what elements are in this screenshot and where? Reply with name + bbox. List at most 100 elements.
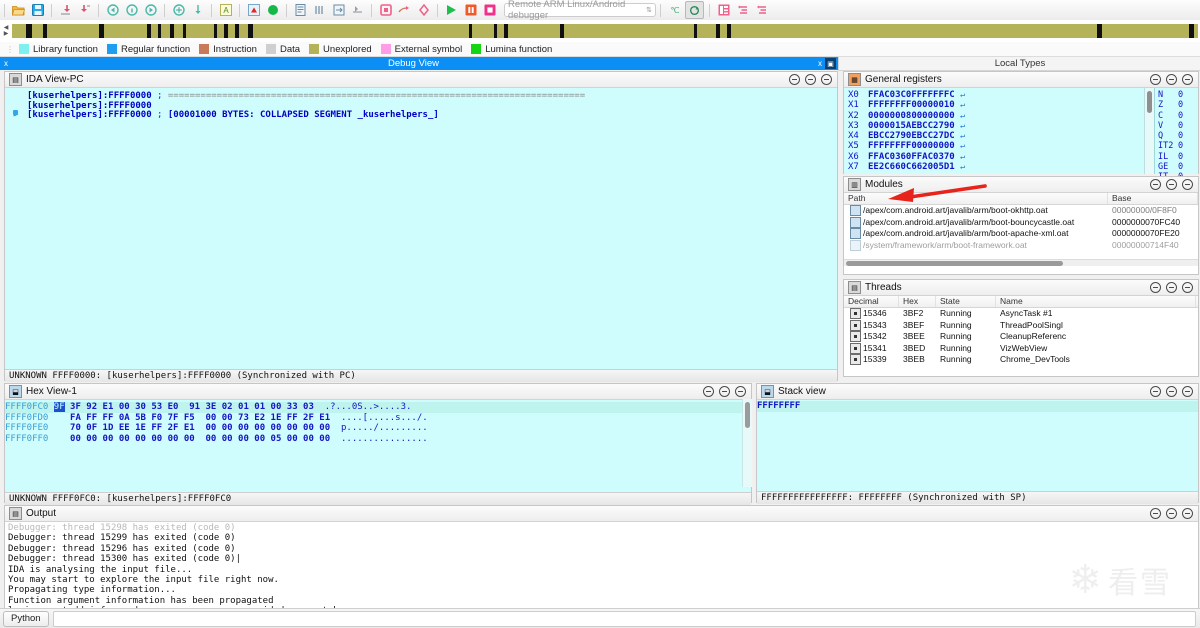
modules-col-base[interactable]: Base [1108,193,1198,204]
flag-row[interactable]: Q0 [1158,131,1198,141]
register-row[interactable]: X5 FFFFFFFF00000000 ↵ [848,141,1144,151]
register-row[interactable]: X4 EBCC2790EBCC27DC ↵ [848,131,1144,141]
hex-bytes[interactable]: 00 00 00 00 00 00 00 00 00 00 00 00 05 0… [70,434,330,444]
register-row[interactable]: X7 EE2C660C662005D1 ↵ [848,162,1144,172]
close-panel-icon[interactable] [1182,386,1193,397]
navband-arrows-icon[interactable]: ◀ ▶ [0,20,12,42]
maximize-icon[interactable] [805,74,816,85]
stack-view-body[interactable]: FFFFFFFF [757,400,1198,491]
register-jump-icon[interactable]: ↵ [960,90,965,99]
maximize-icon[interactable] [1166,179,1177,190]
close-panel-icon[interactable] [1182,508,1193,519]
maximize-icon[interactable] [1166,282,1177,293]
python-input[interactable] [52,610,1196,627]
minimize-icon[interactable] [703,386,714,397]
registers-body[interactable]: X0 FFAC03C0FFFFFFFC ↵ X1 FFFFFFFF00000010 … [844,88,1198,182]
maximize-icon[interactable] [1166,74,1177,85]
register-jump-icon[interactable]: ↵ [960,152,965,161]
minimize-icon[interactable] [1150,179,1161,190]
tab-local-types[interactable]: Local Types [838,57,1200,71]
import-icon[interactable] [753,2,770,18]
flag-value[interactable]: 0 [1178,100,1198,110]
modules-horizontal-scrollbar[interactable] [844,259,1198,266]
stop-icon[interactable] [481,2,498,18]
threads-col-name[interactable]: Name [996,296,1196,307]
flag-value[interactable]: 0 [1178,111,1198,121]
minimize-icon[interactable] [789,74,800,85]
flag-row[interactable]: IT2 0 [1158,141,1198,151]
register-value[interactable]: EBCC2790EBCC27DC [868,131,955,141]
structure-icon[interactable] [715,2,732,18]
close-panel-icon[interactable] [1182,74,1193,85]
modules-list[interactable]: /apex/com.android.art/javalib/arm/boot-o… [844,205,1198,259]
register-value[interactable]: FFFFFFFF00000000 [868,141,955,151]
registers-list[interactable]: X0 FFAC03C0FFFFFFFC ↵ X1 FFFFFFFF00000010 … [844,88,1144,174]
navband-bar[interactable] [12,24,1198,38]
hex-cursor-byte[interactable]: 9F [53,402,65,412]
hex-row[interactable]: FFFF0FD0 FA FF FF 0A 5B F0 7F F5 00 00 7… [5,413,751,424]
minimize-icon[interactable] [1150,74,1161,85]
hex-mode-icon[interactable]: ℃ [666,2,683,18]
flag-row[interactable]: N0 [1158,90,1198,100]
run-icon[interactable] [443,2,460,18]
threads-col-state[interactable]: State [936,296,996,307]
run-to-cursor-icon[interactable] [349,2,366,18]
register-jump-icon[interactable]: ↵ [960,121,965,130]
output-log[interactable]: Debugger: thread 15298 has exited (code … [5,522,1198,609]
flag-row[interactable]: IL 0 [1158,152,1198,162]
debugger-select[interactable]: Remote ARM Linux/Android debugger ⇅ [504,0,656,21]
flag-row[interactable]: GE 0 [1158,162,1198,172]
tab-close-icon[interactable]: x [815,59,825,68]
segment-expand-icon[interactable] [13,110,18,115]
step-back-icon[interactable] [57,2,74,18]
save-icon[interactable] [29,2,46,18]
register-value[interactable]: 0000000800000000 [868,111,955,121]
breakpoint-list-icon[interactable] [292,2,309,18]
nav-back-icon[interactable] [104,2,121,18]
flag-row[interactable]: V0 [1158,121,1198,131]
nav-forward-icon[interactable] [142,2,159,18]
stack-row[interactable]: FFFFFFFF [757,401,1198,412]
attach-process-icon[interactable] [396,2,413,18]
register-row[interactable]: X1 FFFFFFFF00000010 ↵ [848,100,1144,110]
maximize-icon[interactable] [1166,508,1177,519]
navigation-band[interactable]: ◀ ▶ [0,20,1200,43]
register-row[interactable]: X2 0000000800000000 ↵ [848,111,1144,121]
minimize-icon[interactable] [1150,282,1161,293]
register-value[interactable]: EE2C660C662005D1 [868,162,955,172]
maximize-icon[interactable] [719,386,730,397]
debugger-options-icon[interactable] [415,2,432,18]
flag-value[interactable]: 0 [1178,90,1198,100]
minimize-icon[interactable] [1150,508,1161,519]
flag-value[interactable]: 0 [1178,162,1198,172]
table-row[interactable]: /apex/com.android.art/javalib/arm/boot-a… [844,228,1198,240]
disassembly-listing[interactable]: [kuserhelpers]:FFFF0000 ; ==============… [5,88,837,121]
flag-row[interactable]: C0 [1158,111,1198,121]
flag-value[interactable]: 0 [1178,121,1198,131]
table-row[interactable]: /system/framework/arm/boot-framework.oat… [844,240,1198,252]
close-panel-icon[interactable] [1182,179,1193,190]
step-into-icon[interactable] [311,2,328,18]
table-row[interactable]: 15342 3BEE Running CleanupReferenc [844,331,1198,343]
flag-value[interactable]: 0 [1178,131,1198,141]
table-row[interactable]: 15346 3BF2 Running AsyncTask #1 [844,308,1198,320]
python-toggle-button[interactable]: Python [3,610,49,627]
pause-icon[interactable] [462,2,479,18]
register-value[interactable]: FFAC03C0FFFFFFFC [868,90,955,100]
enum-icon[interactable] [734,2,751,18]
step-over-icon[interactable] [330,2,347,18]
register-value[interactable]: 0000015AEBCC2790 [868,121,955,131]
ida-view-pc-body[interactable]: [kuserhelpers]:FFFF0000 ; ==============… [5,88,837,369]
refresh-memory-icon[interactable] [685,1,704,19]
registers-scrollbar[interactable] [1144,88,1154,174]
hex-row[interactable]: FFFF0FF0 00 00 00 00 00 00 00 00 00 00 0… [5,434,751,445]
open-file-icon[interactable] [10,2,27,18]
register-value[interactable]: FFAC0360FFAC0370 [868,152,955,162]
text-mode-icon[interactable]: A [217,2,234,18]
close-panel-icon[interactable] [821,74,832,85]
hex-bytes[interactable]: FA FF FF 0A 5B F0 7F F5 00 00 73 E2 1E F… [70,413,330,423]
hex-row[interactable]: FFFF0FE0 70 0F 1D EE 1E FF 2F E1 00 00 0… [5,423,751,434]
hex-bytes[interactable]: 3F 92 E1 00 30 53 E0 91 3E 02 01 01 00 3… [70,402,314,412]
step-forward-icon[interactable] [76,2,93,18]
tab-debug-view[interactable]: x Debug View x ▣ [0,57,838,70]
